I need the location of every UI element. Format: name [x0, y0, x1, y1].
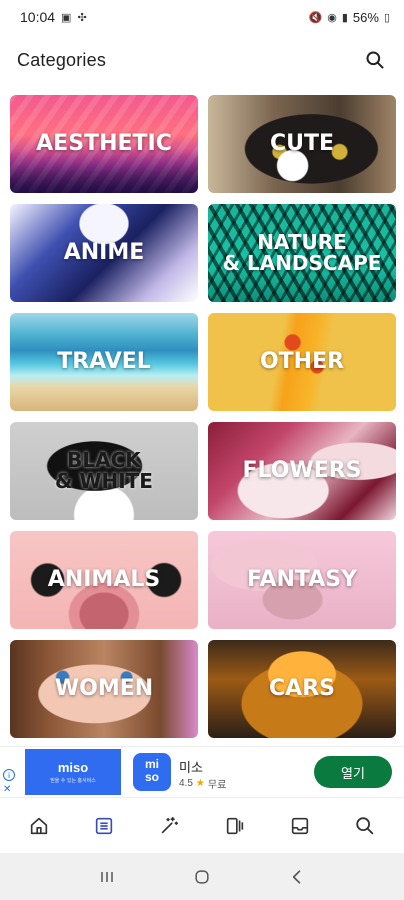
home-circle-icon [195, 869, 209, 884]
status-time: 10:04 [20, 9, 56, 25]
category-label: ANIMALS [47, 567, 161, 593]
category-label: FANTASY [246, 567, 358, 593]
category-label: AESTHETIC [36, 131, 172, 157]
back-button[interactable] [277, 859, 317, 895]
category-label: WOMEN [54, 676, 154, 702]
category-card-black-white[interactable]: BLACK & WHITE [10, 422, 198, 520]
battery-level: 56% [352, 9, 379, 25]
category-card-women[interactable]: WOMEN [10, 640, 198, 738]
category-label: CARS [269, 676, 335, 702]
ad-app-name: 미소 [179, 760, 203, 775]
category-label: FLOWERS [242, 458, 362, 484]
bottom-navigation [0, 800, 404, 852]
category-label: BLACK & WHITE [55, 448, 153, 493]
category-card-animals[interactable]: ANIMALS [10, 531, 198, 629]
ad-close-icon[interactable]: ✕ [3, 784, 11, 795]
ad-logo-text: mi so [144, 757, 159, 784]
ad-rating: 4.5 ★ 무료 [179, 776, 226, 791]
ad-banner[interactable]: i ✕ miso 믿을 수 있는 홈서비스 mi so 미소 4.5 ★ 무료 … [0, 746, 404, 798]
nav-generate[interactable] [149, 806, 189, 846]
category-label: OTHER [259, 349, 345, 375]
category-card-other[interactable]: OTHER [208, 313, 396, 411]
back-icon [292, 869, 300, 884]
category-card-travel[interactable]: TRAVEL [10, 313, 198, 411]
nav-wallpapers[interactable] [215, 806, 255, 846]
search-button[interactable] [360, 45, 390, 75]
inbox-icon [291, 817, 309, 835]
signal-icon: ▮ [341, 11, 348, 24]
category-card-aesthetic[interactable]: AESTHETIC [10, 95, 198, 193]
category-label: CUTE [269, 131, 335, 157]
ad-banner-image[interactable]: miso 믿을 수 있는 홈서비스 [25, 749, 121, 795]
nav-categories[interactable] [84, 806, 124, 846]
page-title: Categories [17, 49, 107, 70]
category-card-cars[interactable]: CARS [208, 640, 396, 738]
ad-open-button[interactable]: 열기 [314, 756, 392, 788]
category-label: NATURE & LANDSCAPE [222, 230, 382, 275]
status-left: 10:04 ▣ ✣ [20, 9, 87, 25]
category-card-nature-landscape[interactable]: NATURE & LANDSCAPE [208, 204, 396, 302]
star-icon: ★ [195, 778, 205, 789]
category-grid: AESTHETIC CUTE ANIME NATURE & LANDSCAPE … [10, 95, 396, 738]
recent-apps-button[interactable] [87, 859, 127, 895]
ad-info-icon[interactable]: i [3, 769, 15, 781]
search-icon [356, 817, 374, 835]
categories-icon [95, 817, 113, 835]
gallery-notification-icon: ▣ [61, 11, 72, 24]
system-navigation-bar [0, 853, 404, 900]
ad-banner-subtitle: 믿을 수 있는 홈서비스 [50, 777, 96, 784]
nav-inbox[interactable] [280, 806, 320, 846]
category-card-cute[interactable]: CUTE [208, 95, 396, 193]
category-card-fantasy[interactable]: FANTASY [208, 531, 396, 629]
ad-app-logo[interactable]: mi so [133, 753, 171, 791]
category-label: ANIME [63, 240, 145, 266]
battery-icon: ▯ [383, 11, 390, 24]
home-button[interactable] [182, 859, 222, 895]
nav-search[interactable] [345, 806, 385, 846]
mute-icon: 🔇 [308, 11, 323, 24]
app-header: Categories [0, 38, 404, 82]
ad-rating-value: 4.5 [179, 778, 193, 789]
recent-apps-icon [101, 871, 114, 882]
search-icon [366, 51, 384, 69]
category-card-anime[interactable]: ANIME [10, 204, 198, 302]
nav-home[interactable] [19, 806, 59, 846]
slack-notification-icon: ✣ [77, 11, 87, 24]
magic-wand-icon [162, 816, 179, 834]
ad-banner-brand: miso [57, 759, 89, 775]
category-label: TRAVEL [57, 349, 151, 375]
ad-price: 무료 [207, 780, 227, 791]
wallpapers-icon [226, 817, 243, 835]
category-card-flowers[interactable]: FLOWERS [208, 422, 396, 520]
home-icon [30, 817, 47, 835]
wifi-icon: ◉ [327, 11, 337, 24]
status-bar: 10:04 ▣ ✣ 🔇 ◉ ▮ 56% ▯ [0, 0, 404, 34]
status-right: 🔇 ◉ ▮ 56% ▯ [309, 10, 390, 25]
